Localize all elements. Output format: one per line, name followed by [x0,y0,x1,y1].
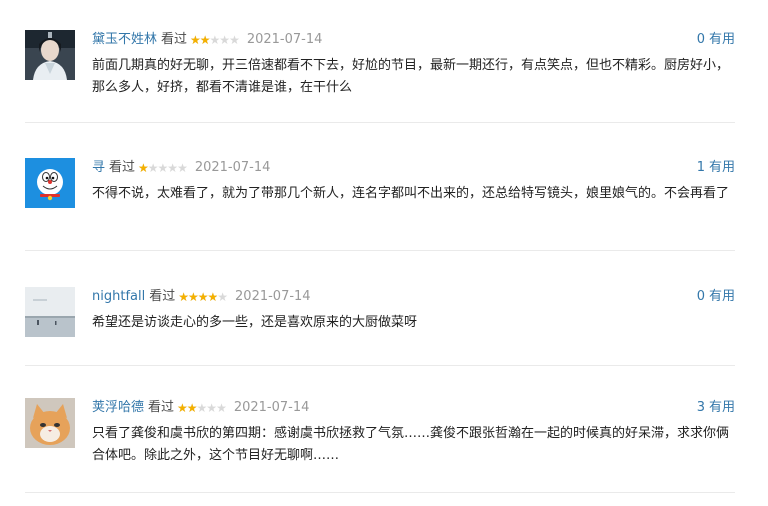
portrait-avatar-icon [25,30,75,80]
rating-stars: ★★★★★★★★★★ [178,290,228,304]
rating-stars: ★★★★★★★★★★ [177,401,227,415]
useful-count: 0 [696,32,705,47]
review-date: 2021-07-14 [233,400,310,415]
username-link[interactable]: nightfall [92,289,145,304]
review-content: 只看了龚俊和虞书欣的第四期：感谢虞书欣拯救了气氛……龚俊不跟张哲瀚在一起的时候真… [92,426,730,463]
useful-button[interactable]: 有用 [709,400,735,415]
watch-status: 看过 [161,32,188,47]
user-avatar[interactable] [25,158,75,208]
username-link[interactable]: 寻 [92,160,105,175]
username-link[interactable]: 荚浮哈德 [92,400,144,415]
divider [25,365,735,366]
review-content: 不得不说，太难看了，就为了带那几个新人，连名字都叫不出来的，还总给特写镜头，娘里… [92,186,730,201]
orange-cat-avatar-icon [25,398,75,448]
divider [25,492,735,493]
useful-button[interactable]: 有用 [709,160,735,175]
review-content: 前面几期真的好无聊，开三倍速都看不下去，好尬的节目，最新一期还行，有点笑点，但也… [92,58,730,95]
review-date: 2021-07-14 [246,32,323,47]
useful-count: 1 [696,160,705,175]
useful-vote: 1 有用 [697,158,735,178]
useful-vote: 0 有用 [697,30,735,50]
useful-count: 0 [696,289,705,304]
divider [25,122,735,123]
rating-stars: ★★★★★★★★★★ [190,33,240,47]
username-link[interactable]: 黛玉不姓林 [92,32,157,47]
seascape-avatar-icon [25,287,75,337]
review-date: 2021-07-14 [194,160,271,175]
review-meta: 荚浮哈德看过★★★★★★★★★★ 2021-07-14 [92,398,309,418]
watch-status: 看过 [109,160,136,175]
review-meta: nightfall 看过★★★★★★★★★★ 2021-07-14 [92,287,311,307]
useful-vote: 0 有用 [697,287,735,307]
cartoon-cat-avatar-icon [25,158,75,208]
useful-button[interactable]: 有用 [709,32,735,47]
review-content: 希望还是访谈走心的多一些，还是喜欢原来的大厨做菜呀 [92,315,418,330]
watch-status: 看过 [148,400,175,415]
useful-button[interactable]: 有用 [709,289,735,304]
review-list: 黛玉不姓林看过★★★★★★★★★★2021-07-14 0有用 前面几期真的好无… [0,0,768,506]
user-avatar[interactable] [25,30,75,80]
review-meta: 寻看过★★★★★★★★★★ 2021-07-14 [92,158,270,178]
user-avatar[interactable] [25,287,75,337]
useful-vote: 3 有用 [697,398,735,418]
review-meta: 黛玉不姓林看过★★★★★★★★★★ 2021-07-14 [92,30,322,50]
watch-status: 看过 [149,289,176,304]
rating-stars: ★★★★★★★★★★ [138,161,188,175]
user-avatar[interactable] [25,398,75,448]
divider [25,250,735,251]
useful-count: 3 [696,400,705,415]
review-date: 2021-07-14 [235,289,311,304]
